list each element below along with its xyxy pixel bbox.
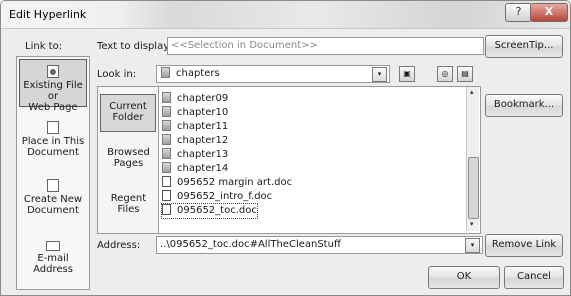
open-folder-icon[interactable]: ▤ — [457, 66, 473, 82]
word-document-icon — [162, 190, 171, 201]
list-item[interactable]: chapter11 — [162, 120, 228, 134]
place-label: Regent — [110, 193, 147, 204]
scroll-up-icon[interactable]: ▴ — [470, 88, 474, 96]
edit-hyperlink-dialog: Edit Hyperlink ? X Link to: Existing Fil… — [0, 0, 571, 296]
link-to-label: Link to: — [25, 41, 63, 52]
email-icon — [46, 241, 60, 251]
folder-icon — [162, 162, 171, 173]
file-list[interactable]: chapter09 chapter10 chapter11 chapter12 … — [158, 86, 481, 234]
browse-web-icon[interactable]: ▣ — [399, 66, 415, 82]
sidebar-item-label: E-mail Address — [33, 253, 73, 275]
folder-icon — [162, 120, 171, 131]
remove-link-button[interactable]: Remove Link — [485, 234, 563, 257]
sidebar-item-existing-file[interactable]: Existing File or Web Page — [19, 59, 87, 113]
sidebar-item-email-address[interactable]: E-mail Address — [18, 233, 88, 285]
place-browsed-pages[interactable]: Browsed Pages — [98, 147, 159, 177]
places-bar: Current Folder Browsed Pages Regent File… — [97, 86, 160, 234]
sidebar-item-create-new-document[interactable]: Create New Document — [18, 173, 88, 223]
sidebar-item-label: Place in This — [21, 136, 85, 147]
place-recent-files[interactable]: Regent Files — [98, 193, 159, 223]
scroll-down-icon[interactable]: ▾ — [470, 220, 474, 228]
place-label: Browsed — [107, 147, 150, 158]
address-input[interactable]: ..\095652_toc.doc#AllTheCleanStuff — [156, 236, 483, 254]
place-label: Current — [109, 101, 147, 112]
folder-icon — [162, 92, 171, 103]
word-document-icon — [162, 176, 171, 187]
look-in-value: chapters — [176, 68, 220, 79]
address-label: Address: — [97, 240, 141, 251]
look-in-select[interactable]: chapters — [156, 65, 390, 83]
list-item[interactable]: 095652 margin art.doc — [162, 176, 292, 190]
text-to-display-label: Text to display: — [97, 41, 172, 52]
look-in-dropdown-icon[interactable]: ▾ — [372, 67, 387, 82]
sidebar-item-label: Create New — [23, 194, 83, 205]
link-to-sidebar: Existing File or Web Page Place in This … — [16, 56, 90, 290]
folder-icon — [162, 106, 171, 117]
folder-icon — [162, 134, 171, 145]
sidebar-item-label: Document — [27, 147, 79, 158]
cancel-button[interactable]: Cancel — [504, 266, 564, 289]
place-label: Files — [117, 204, 140, 215]
place-label: Pages — [113, 158, 144, 169]
file-list-scrollbar[interactable]: ▴ ▾ — [466, 87, 479, 231]
screentip-button[interactable]: ScreenTip... — [485, 35, 563, 58]
list-item[interactable]: chapter10 — [162, 106, 228, 120]
close-button[interactable]: X — [530, 3, 568, 22]
address-dropdown-icon[interactable]: ▾ — [465, 238, 480, 253]
list-item[interactable]: 095652_intro_f.doc — [162, 190, 272, 204]
list-item[interactable]: chapter13 — [162, 148, 228, 162]
list-item-selected[interactable]: 095652_toc.doc — [161, 203, 258, 219]
list-item[interactable]: chapter14 — [162, 162, 228, 176]
title-bar: Edit Hyperlink ? X — [1, 1, 570, 29]
text-to-display-input[interactable]: <<Selection in Document>> — [167, 37, 484, 55]
place-icon — [47, 121, 59, 134]
new-document-icon — [47, 179, 59, 192]
list-item[interactable]: chapter12 — [162, 134, 228, 148]
place-label: Folder — [112, 112, 144, 123]
look-in-label: Look in: — [97, 69, 137, 80]
folder-icon — [162, 148, 171, 159]
scrollbar-thumb[interactable] — [468, 157, 479, 219]
sidebar-item-place-in-document[interactable]: Place in This Document — [18, 115, 88, 165]
sidebar-item-label: Existing File or — [23, 80, 83, 102]
browse-file-icon[interactable]: ◎ — [437, 66, 453, 82]
bookmark-button[interactable]: Bookmark... — [485, 94, 563, 117]
ok-button[interactable]: OK — [428, 266, 500, 289]
help-button[interactable]: ? — [505, 3, 532, 22]
sidebar-item-label: Web Page — [28, 102, 78, 113]
list-item[interactable]: chapter09 — [162, 92, 228, 106]
file-globe-icon — [47, 65, 59, 78]
word-document-icon — [162, 204, 171, 215]
window-title: Edit Hyperlink — [9, 8, 87, 21]
place-current-folder[interactable]: Current Folder — [100, 94, 156, 132]
folder-icon — [161, 67, 170, 78]
sidebar-item-label: Document — [27, 205, 79, 216]
